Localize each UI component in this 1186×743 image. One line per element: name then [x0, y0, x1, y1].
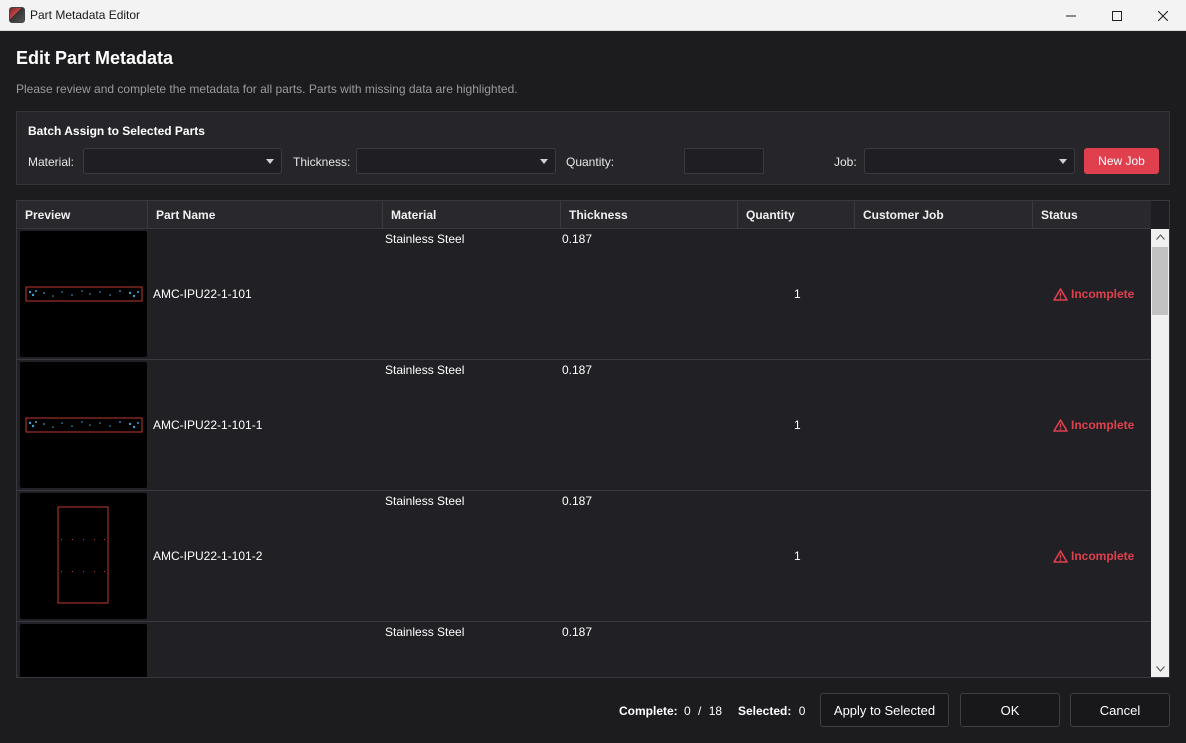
thickness-cell[interactable]: 0.187	[562, 232, 592, 246]
status-badge: Incomplete	[1053, 549, 1134, 563]
scroll-down-button[interactable]	[1151, 661, 1169, 677]
thickness-cell[interactable]: 0.187	[562, 363, 592, 377]
close-button[interactable]	[1140, 0, 1186, 31]
chevron-down-icon	[1155, 666, 1165, 672]
part-preview-image	[20, 362, 147, 488]
batch-title: Batch Assign to Selected Parts	[28, 124, 205, 138]
part-name-cell: AMC-IPU22-1-101-2	[153, 549, 263, 563]
maximize-icon	[1112, 10, 1122, 21]
close-icon	[1158, 10, 1168, 21]
status-text: Incomplete	[1071, 418, 1135, 432]
warning-icon	[1053, 549, 1068, 563]
status-badge: Incomplete	[1053, 287, 1134, 301]
chevron-down-icon	[1059, 159, 1067, 164]
thickness-label: Thickness:	[293, 155, 351, 169]
material-dropdown[interactable]	[83, 148, 282, 174]
column-header-part-name[interactable]: Part Name	[148, 201, 383, 229]
scroll-up-button[interactable]	[1151, 229, 1169, 245]
app-icon	[9, 7, 25, 23]
chevron-down-icon	[266, 159, 274, 164]
complete-separator: /	[698, 704, 702, 718]
scrollbar-thumb[interactable]	[1152, 247, 1168, 315]
part-name-cell: AMC-IPU22-1-101-1	[153, 418, 263, 432]
parts-table: Preview Part Name Material Thickness Qua…	[16, 200, 1170, 678]
chevron-up-icon	[1155, 234, 1165, 240]
batch-assign-panel: Batch Assign to Selected Parts Material:…	[16, 111, 1170, 185]
table-row[interactable]: AMC-IPU22-1-101-1 Stainless Steel 0.187 …	[17, 360, 1151, 491]
thickness-cell[interactable]: 0.187	[562, 625, 592, 639]
selected-value: 0	[798, 704, 806, 718]
column-header-status[interactable]: Status	[1033, 201, 1151, 229]
page-description: Please review and complete the metadata …	[16, 82, 518, 96]
material-cell[interactable]: Stainless Steel	[385, 625, 464, 639]
column-header-material[interactable]: Material	[383, 201, 561, 229]
complete-value: 0	[684, 704, 691, 718]
part-preview-image	[20, 624, 147, 677]
material-cell[interactable]: Stainless Steel	[385, 494, 464, 508]
maximize-button[interactable]	[1094, 0, 1140, 31]
status-text: Incomplete	[1071, 287, 1135, 301]
complete-count: Complete: 0 / 18	[619, 704, 722, 718]
quantity-cell[interactable]: 1	[794, 287, 801, 301]
status-badge: Incomplete	[1053, 418, 1134, 432]
part-preview-image	[20, 231, 147, 357]
part-preview-image	[20, 493, 147, 619]
selected-count: Selected: 0	[738, 704, 805, 718]
column-header-quantity[interactable]: Quantity	[738, 201, 855, 229]
part-name-cell: AMC-IPU22-1-101	[153, 287, 252, 301]
selected-label: Selected:	[738, 704, 792, 718]
table-body: AMC-IPU22-1-101 Stainless Steel 0.187 1 …	[17, 229, 1151, 677]
column-header-customer-job[interactable]: Customer Job	[855, 201, 1033, 229]
warning-icon	[1053, 287, 1068, 301]
vertical-scrollbar[interactable]	[1151, 229, 1169, 677]
status-text: Incomplete	[1071, 549, 1135, 563]
table-row[interactable]: AMC-IPU22-1-101 Stainless Steel 0.187 1 …	[17, 229, 1151, 360]
material-label: Material:	[28, 155, 75, 169]
quantity-input[interactable]	[684, 148, 764, 174]
title-bar: Part Metadata Editor	[0, 0, 1186, 31]
apply-to-selected-button[interactable]: Apply to Selected	[820, 693, 949, 727]
ok-button[interactable]: OK	[960, 693, 1060, 727]
table-row[interactable]: AMC-IPU22-1-101-2 Stainless Steel 0.187 …	[17, 491, 1151, 622]
minimize-button[interactable]	[1048, 0, 1094, 31]
column-header-preview[interactable]: Preview	[17, 201, 148, 229]
quantity-label: Quantity:	[566, 155, 615, 169]
warning-icon	[1053, 418, 1068, 432]
quantity-cell[interactable]: 1	[794, 418, 801, 432]
chevron-down-icon	[540, 159, 548, 164]
thickness-cell[interactable]: 0.187	[562, 494, 592, 508]
quantity-cell[interactable]: 1	[794, 549, 801, 563]
complete-label: Complete:	[619, 704, 678, 718]
window-title: Part Metadata Editor	[30, 8, 141, 22]
material-cell[interactable]: Stainless Steel	[385, 232, 464, 246]
table-row[interactable]: Stainless Steel 0.187	[17, 622, 1151, 677]
page-title: Edit Part Metadata	[16, 48, 174, 68]
cancel-button[interactable]: Cancel	[1070, 693, 1170, 727]
thickness-dropdown[interactable]	[356, 148, 556, 174]
material-cell[interactable]: Stainless Steel	[385, 363, 464, 377]
new-job-button[interactable]: New Job	[1084, 148, 1159, 174]
job-label: Job:	[834, 155, 857, 169]
column-header-thickness[interactable]: Thickness	[561, 201, 738, 229]
job-dropdown[interactable]	[864, 148, 1075, 174]
total-value: 18	[708, 704, 723, 718]
table-header: Preview Part Name Material Thickness Qua…	[17, 201, 1151, 229]
minimize-icon	[1066, 15, 1076, 16]
